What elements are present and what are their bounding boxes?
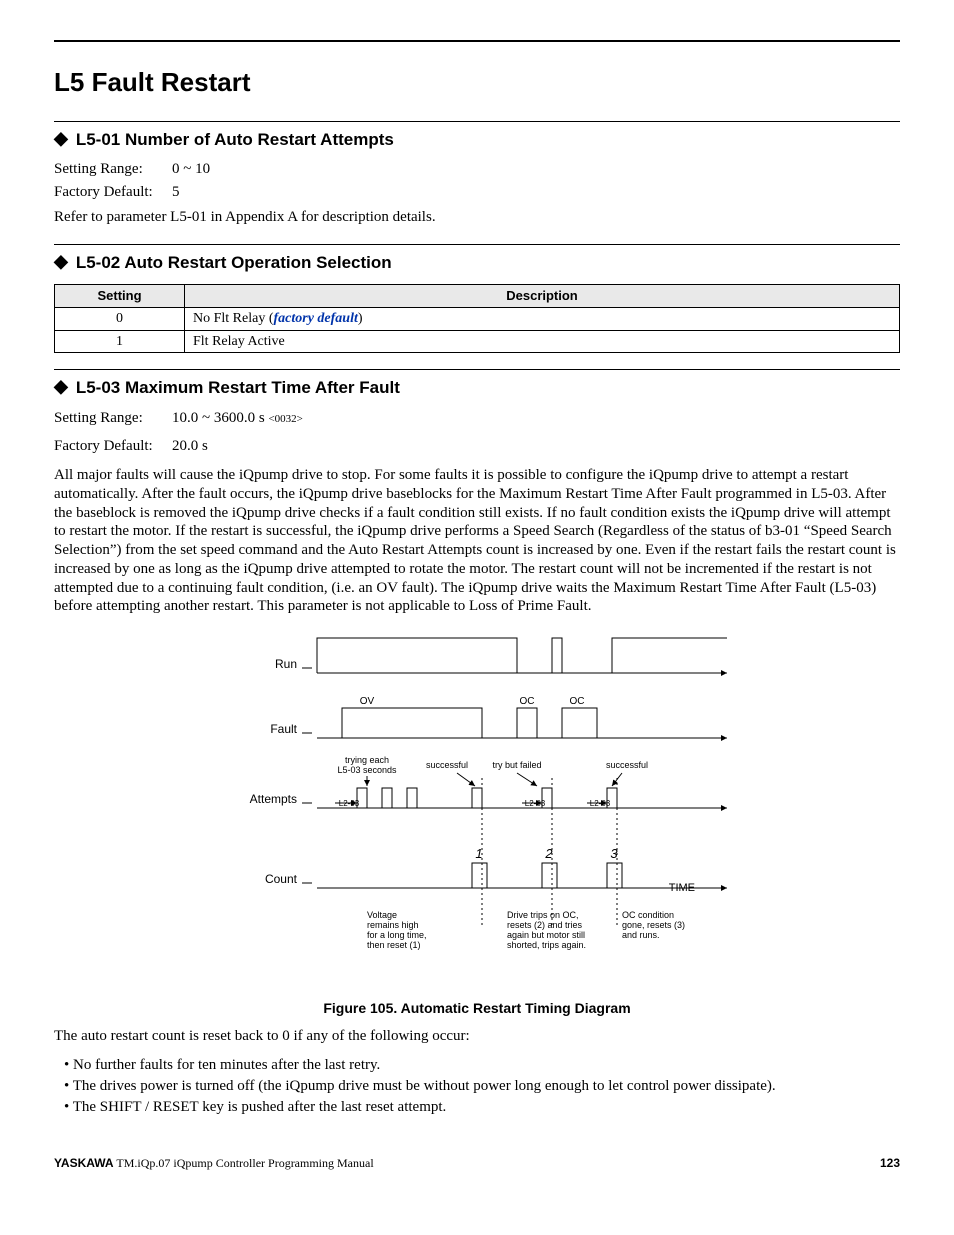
- timing-diagram-svg: Run Fault Attempts Count OV OC OC trying…: [217, 628, 737, 988]
- label: Factory Default:: [54, 437, 172, 456]
- page-footer: YASKAWA TM.iQp.07 iQpump Controller Prog…: [54, 1156, 900, 1171]
- divider: [54, 369, 900, 370]
- cell-setting: 0: [55, 308, 185, 331]
- subheading-text: L5-03 Maximum Restart Time After Fault: [76, 378, 400, 397]
- table-row: 1 Flt Relay Active: [55, 330, 900, 353]
- diamond-icon: ◆: [54, 376, 68, 396]
- settings-table: Setting Description 0 No Flt Relay (fact…: [54, 284, 900, 353]
- diamond-icon: ◆: [54, 251, 68, 271]
- subheading-text: L5-01 Number of Auto Restart Attempts: [76, 130, 394, 149]
- svg-text:trying eachL5-03 seconds: trying eachL5-03 seconds: [337, 755, 397, 775]
- refer-text: Refer to parameter L5-01 in Appendix A f…: [54, 208, 900, 227]
- cell-description: No Flt Relay (factory default): [185, 308, 900, 331]
- svg-text:TIME: TIME: [669, 882, 695, 894]
- svg-text:Drive trips on OC,resets (2) a: Drive trips on OC,resets (2) and triesag…: [507, 910, 586, 950]
- desc-pre: Flt Relay Active: [193, 334, 285, 349]
- svg-text:OC: OC: [520, 696, 535, 707]
- value: 0 ~ 10: [172, 160, 210, 179]
- body-paragraph: All major faults will cause the iQpump d…: [54, 466, 900, 616]
- value: 5: [172, 183, 180, 202]
- svg-text:try but failed: try but failed: [492, 760, 541, 770]
- setting-range-row: Setting Range: 10.0 ~ 3600.0 s <0032>: [54, 409, 900, 428]
- svg-text:3: 3: [610, 846, 618, 861]
- factory-default-row: Factory Default: 20.0 s: [54, 437, 900, 456]
- value: 10.0 ~ 3600.0 s <0032>: [172, 409, 303, 428]
- subheading-text: L5-02 Auto Restart Operation Selection: [76, 253, 392, 272]
- subheading-l5-02: ◆ L5-02 Auto Restart Operation Selection: [54, 251, 900, 274]
- list-item: No further faults for ten minutes after …: [64, 1056, 900, 1075]
- footer-doc: TM.iQp.07 iQpump Controller Programming …: [114, 1156, 374, 1170]
- reset-list: No further faults for ten minutes after …: [64, 1056, 900, 1116]
- svg-text:successful: successful: [606, 760, 648, 770]
- svg-text:Fault: Fault: [270, 722, 297, 736]
- list-item: The drives power is turned off (the iQpu…: [64, 1077, 900, 1096]
- figure-caption: Figure 105. Automatic Restart Timing Dia…: [54, 1000, 900, 1018]
- svg-text:successful: successful: [426, 760, 468, 770]
- value: 20.0 s: [172, 437, 208, 456]
- timing-diagram: Run Fault Attempts Count OV OC OC trying…: [54, 628, 900, 994]
- svg-text:2: 2: [544, 846, 553, 861]
- svg-text:Attempts: Attempts: [250, 792, 297, 806]
- label: Setting Range:: [54, 409, 172, 428]
- th-description: Description: [185, 284, 900, 307]
- table-row: 0 No Flt Relay (factory default): [55, 308, 900, 331]
- svg-text:Run: Run: [275, 657, 297, 671]
- svg-text:Count: Count: [265, 872, 298, 886]
- value-text: 10.0 ~ 3600.0 s: [172, 410, 268, 426]
- svg-text:OC conditiongone, resets (3)an: OC conditiongone, resets (3)and runs.: [622, 910, 685, 940]
- factory-default-row: Factory Default: 5: [54, 183, 900, 202]
- cell-setting: 1: [55, 330, 185, 353]
- desc-em: factory default: [274, 311, 358, 326]
- list-item: The SHIFT / RESET key is pushed after th…: [64, 1098, 900, 1117]
- svg-text:Voltageremains highfor a long: Voltageremains highfor a long time,then …: [367, 910, 427, 950]
- setting-range-row: Setting Range: 0 ~ 10: [54, 160, 900, 179]
- svg-text:OV: OV: [360, 696, 375, 707]
- divider: [54, 121, 900, 122]
- footer-page-number: 123: [880, 1156, 900, 1171]
- svg-text:1: 1: [475, 846, 482, 861]
- label: Setting Range:: [54, 160, 172, 179]
- subheading-l5-03: ◆ L5-03 Maximum Restart Time After Fault: [54, 376, 900, 399]
- section-title: L5 Fault Restart: [54, 66, 900, 99]
- desc-post: ): [358, 311, 363, 326]
- label: Factory Default:: [54, 183, 172, 202]
- svg-text:OC: OC: [570, 696, 585, 707]
- diamond-icon: ◆: [54, 128, 68, 148]
- footer-left: YASKAWA TM.iQp.07 iQpump Controller Prog…: [54, 1156, 374, 1171]
- divider: [54, 244, 900, 245]
- reset-intro: The auto restart count is reset back to …: [54, 1027, 900, 1046]
- desc-pre: No Flt Relay (: [193, 311, 274, 326]
- cell-description: Flt Relay Active: [185, 330, 900, 353]
- value-sup: <0032>: [268, 413, 302, 425]
- footer-brand: YASKAWA: [54, 1156, 114, 1170]
- th-setting: Setting: [55, 284, 185, 307]
- top-rule: [54, 40, 900, 42]
- subheading-l5-01: ◆ L5-01 Number of Auto Restart Attempts: [54, 128, 900, 151]
